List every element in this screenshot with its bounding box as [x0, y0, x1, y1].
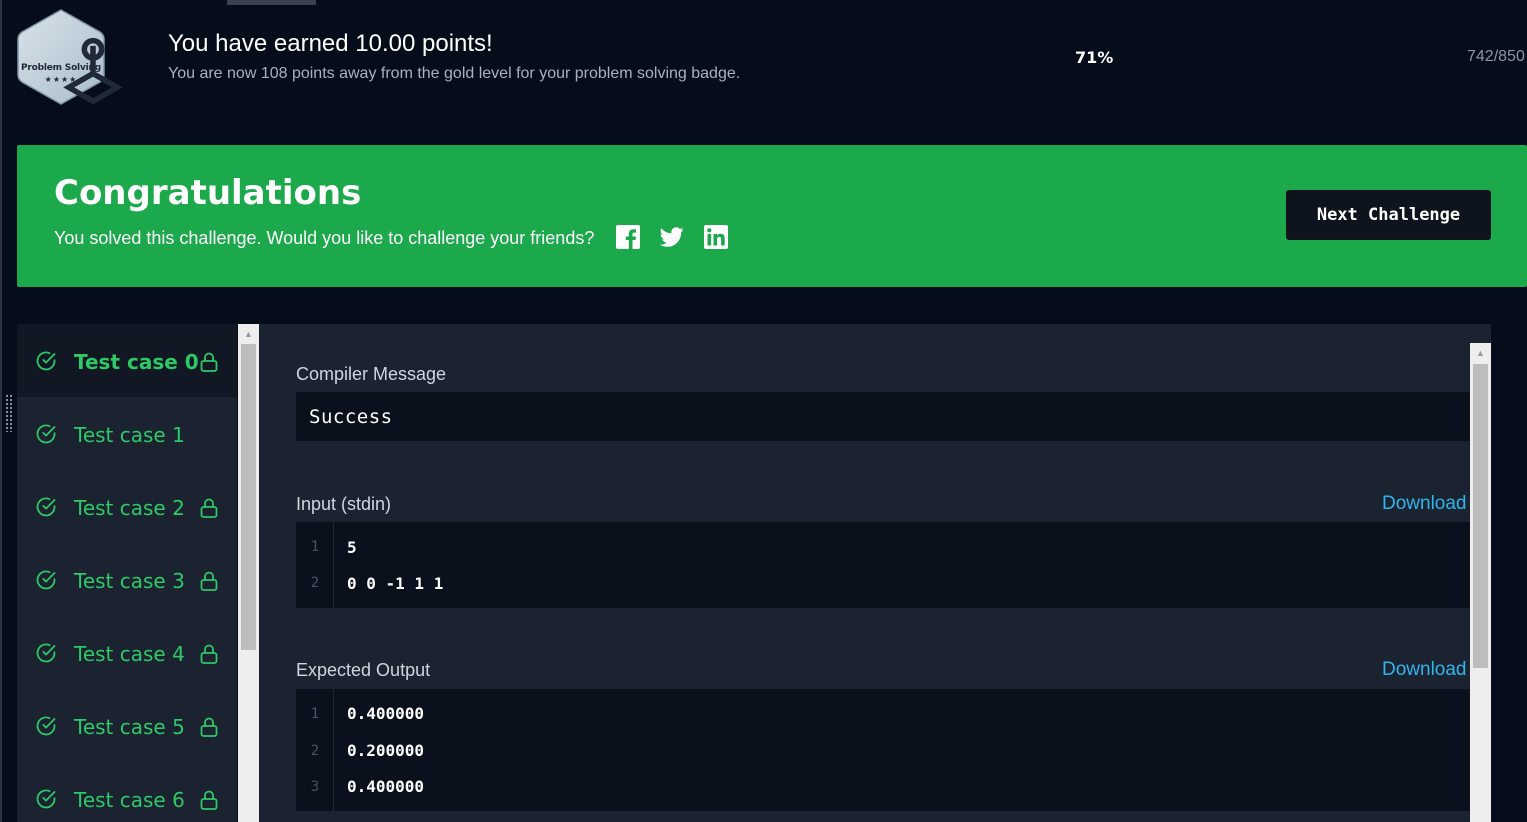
input-line: 0 0 -1 1 1: [347, 574, 444, 593]
facebook-icon[interactable]: [616, 225, 640, 249]
test-case-label: Test case 5: [74, 715, 185, 739]
congratulations-banner: Congratulations You solved this challeng…: [17, 145, 1527, 287]
check-circle-icon: [36, 497, 56, 517]
badge-progress-count: 742/850: [1467, 48, 1525, 65]
expected-output-label: Expected Output: [296, 660, 431, 680]
left-edge-strip: [0, 0, 2, 822]
line-number: 3: [310, 779, 320, 795]
line-number-gutter: [296, 522, 334, 608]
check-circle-icon: [36, 643, 56, 663]
lock-icon: [200, 498, 218, 518]
expected-line: 0.200000: [347, 741, 425, 760]
top-tab-indicator: [227, 0, 316, 5]
lock-icon: [200, 644, 218, 664]
check-circle-icon: [36, 789, 56, 809]
badge-label: Problem Solving: [21, 63, 101, 73]
check-circle-icon: [36, 716, 56, 736]
line-number: 2: [310, 743, 320, 759]
test-case-label: Test case 3: [74, 569, 185, 593]
congratulations-title: Congratulations: [54, 173, 362, 213]
input-stdin-label: Input (stdin): [296, 494, 392, 514]
input-line: 5: [347, 538, 357, 557]
check-circle-icon: [36, 424, 56, 444]
test-case-item-6[interactable]: Test case 6: [17, 762, 237, 822]
input-code-box: 1 5 2 0 0 -1 1 1: [296, 522, 1471, 608]
line-number: 2: [310, 575, 320, 591]
test-case-label: Test case 2: [74, 496, 185, 520]
check-circle-icon: [36, 351, 56, 371]
twitter-icon[interactable]: [660, 225, 684, 249]
expected-line: 0.400000: [347, 777, 425, 796]
test-case-item-2[interactable]: Test case 2: [17, 470, 237, 543]
linkedin-icon[interactable]: [704, 225, 728, 249]
check-circle-icon: [36, 570, 56, 590]
earned-points-title: You have earned 10.00 points!: [168, 30, 493, 57]
test-case-item-4[interactable]: Test case 4: [17, 616, 237, 689]
panel-resize-handle[interactable]: [5, 394, 13, 432]
lock-icon: [200, 790, 218, 810]
input-download-link[interactable]: Download: [1382, 493, 1467, 515]
expected-output-code-box: 1 0.400000 2 0.200000 3 0.400000: [296, 689, 1471, 811]
test-case-scrollbar-thumb[interactable]: [241, 344, 256, 650]
test-case-label: Test case 1: [74, 423, 185, 447]
lock-icon: [200, 571, 218, 591]
scroll-up-arrow-icon[interactable]: ▲: [1470, 347, 1491, 359]
badge-stars: ★★★★: [44, 75, 78, 84]
badge-progress-percent: 71%: [1075, 48, 1114, 67]
expected-line: 0.400000: [347, 704, 425, 723]
line-number: 1: [310, 706, 320, 722]
expected-output-download-link[interactable]: Download: [1382, 659, 1467, 681]
earned-points-subtitle: You are now 108 points away from the gol…: [168, 65, 741, 82]
test-case-item-1[interactable]: Test case 1: [17, 397, 237, 470]
compiler-message-box: Success: [296, 392, 1471, 441]
next-challenge-button[interactable]: Next Challenge: [1286, 190, 1491, 240]
test-case-item-5[interactable]: Test case 5: [17, 689, 237, 762]
test-case-label: Test case 6: [74, 788, 185, 812]
test-case-label: Test case 4: [74, 642, 185, 666]
scroll-up-arrow-icon[interactable]: ▲: [238, 328, 259, 340]
line-number: 1: [310, 539, 320, 555]
result-panel-scrollbar-thumb[interactable]: [1473, 364, 1488, 668]
compiler-message-label: Compiler Message: [296, 364, 447, 384]
problem-solving-badge: Problem Solving ★★★★: [16, 8, 123, 106]
lock-icon: [200, 352, 218, 372]
test-case-item-0[interactable]: Test case 0: [17, 324, 237, 397]
test-case-item-3[interactable]: Test case 3: [17, 543, 237, 616]
test-case-list: Test case 0 Test case 1 Test case 2 Test…: [17, 324, 237, 822]
test-case-label: Test case 0: [74, 350, 199, 374]
lock-icon: [200, 717, 218, 737]
congratulations-text: You solved this challenge. Would you lik…: [54, 228, 595, 248]
compiler-message-text: Success: [309, 406, 393, 428]
